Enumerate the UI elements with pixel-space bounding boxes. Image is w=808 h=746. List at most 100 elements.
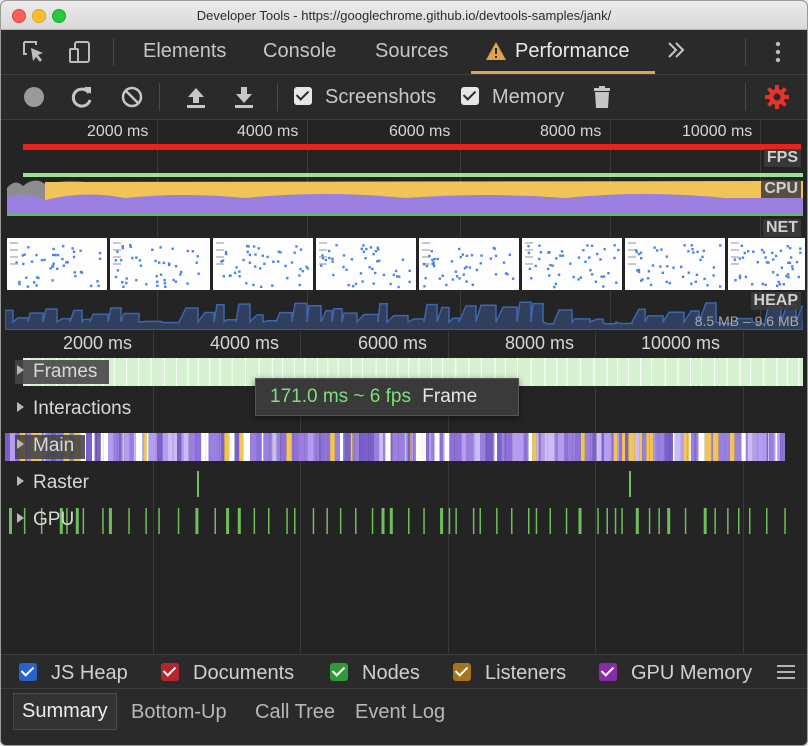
- toolbar-divider: [745, 38, 746, 66]
- screenshot-thumbnail[interactable]: [522, 238, 622, 290]
- expand-triangle-icon[interactable]: [17, 365, 24, 375]
- track-raster-label: Raster: [33, 472, 89, 493]
- screenshot-thumbnail[interactable]: [419, 238, 519, 290]
- tab-call-tree[interactable]: Call Tree: [255, 701, 335, 724]
- tab-event-log[interactable]: Event Log: [355, 701, 445, 724]
- screenshot-content: [319, 242, 411, 289]
- screenshot-content: [422, 242, 515, 288]
- memory-label: Memory: [492, 86, 565, 108]
- screenshot-thumbnail[interactable]: [728, 238, 805, 290]
- expand-triangle-icon[interactable]: [17, 476, 24, 486]
- warning-icon: [486, 42, 506, 60]
- tab-elements[interactable]: Elements: [143, 30, 226, 74]
- tab-sources[interactable]: Sources: [375, 30, 448, 74]
- heap-range-label: 8.5 MB – 9.6 MB: [694, 313, 799, 329]
- main-thread-track[interactable]: [5, 433, 785, 461]
- gpu-track[interactable]: [5, 506, 803, 536]
- tooltip-duration: 171.0 ms ~ 6 fps: [270, 386, 411, 407]
- gpu-memory-label: GPU Memory: [631, 662, 753, 684]
- more-options-icon[interactable]: [769, 39, 787, 65]
- tab-bottom-up[interactable]: Bottom-Up: [131, 701, 227, 724]
- track-raster[interactable]: Raster: [17, 472, 89, 494]
- reload-icon[interactable]: [69, 84, 95, 110]
- track-interactions-label: Interactions: [33, 398, 132, 419]
- tab-summary[interactable]: Summary: [13, 693, 117, 730]
- ruler-label: 10000 ms: [682, 123, 753, 140]
- frame-tooltip: 171.0 ms ~ 6 fps Frame: [255, 378, 519, 416]
- screenshot-thumbnail[interactable]: [213, 238, 313, 290]
- screenshot-content: [628, 242, 722, 288]
- ruler-label: 4000 ms: [210, 333, 280, 353]
- tooltip-type: Frame: [422, 386, 478, 407]
- fps-lane-label: FPS: [763, 149, 801, 167]
- heap-chart: [5, 301, 803, 330]
- screenshot-thumbnail[interactable]: [316, 238, 416, 290]
- toolbar-divider: [745, 83, 746, 111]
- track-interactions[interactable]: Interactions: [17, 398, 131, 420]
- settings-gear-icon[interactable]: [764, 84, 790, 110]
- device-toolbar-icon[interactable]: [67, 39, 93, 65]
- details-tab-bar: Summary Bottom-Up Call Tree Event Log: [1, 688, 807, 745]
- clear-icon[interactable]: [119, 84, 145, 110]
- performance-toolbar: Screenshots Memory: [1, 75, 807, 120]
- cpu-chart: [7, 173, 803, 216]
- screenshot-thumbnail[interactable]: [7, 238, 107, 290]
- ruler-label: 10000 ms: [641, 333, 721, 353]
- active-tab-indicator: [471, 71, 655, 74]
- ruler-label: 6000 ms: [389, 123, 451, 140]
- listeners-checkbox[interactable]: [453, 663, 471, 681]
- toolbar-divider: [277, 83, 278, 111]
- timeline-overview[interactable]: 2000 ms 4000 ms 6000 ms 8000 ms 10000 ms…: [5, 120, 805, 330]
- inspect-element-icon[interactable]: [21, 39, 47, 65]
- documents-checkbox[interactable]: [161, 663, 179, 681]
- memory-counters-bar: JS Heap Documents Nodes Listeners GPU Me…: [1, 654, 807, 688]
- memory-checkbox[interactable]: [461, 87, 479, 105]
- nodes-checkbox[interactable]: [330, 663, 348, 681]
- screenshot-thumbnail[interactable]: [625, 238, 725, 290]
- screenshot-thumbnail[interactable]: [110, 238, 210, 290]
- ruler-label: 8000 ms: [505, 333, 575, 353]
- track-frames-label: Frames: [33, 361, 98, 382]
- screenshots-filmstrip[interactable]: [7, 238, 805, 290]
- download-icon[interactable]: [231, 84, 257, 110]
- main-tab-bar: Elements Console Sources Performance: [1, 30, 807, 75]
- screenshot-content: [525, 242, 620, 289]
- record-icon[interactable]: [21, 84, 47, 110]
- expand-triangle-icon[interactable]: [17, 439, 24, 449]
- window-title: Developer Tools - https://googlechrome.g…: [196, 8, 612, 23]
- menu-icon[interactable]: [777, 665, 795, 679]
- toolbar-divider: [159, 83, 160, 111]
- cpu-lane-label: CPU: [761, 180, 801, 198]
- screenshot-content: [10, 242, 102, 288]
- ruler-label: 4000 ms: [237, 123, 299, 140]
- tab-performance[interactable]: Performance: [515, 30, 630, 74]
- ruler-label: 2000 ms: [87, 123, 149, 140]
- expand-triangle-icon[interactable]: [17, 402, 24, 412]
- flame-chart[interactable]: 2000 ms 4000 ms 6000 ms 8000 ms 10000 ms…: [5, 331, 803, 653]
- js-heap-label: JS Heap: [51, 662, 128, 684]
- gpu-memory-checkbox[interactable]: [599, 663, 617, 681]
- screenshots-label: Screenshots: [325, 86, 437, 108]
- tab-console[interactable]: Console: [263, 30, 336, 74]
- screenshot-content: [113, 242, 200, 288]
- ruler-label: 8000 ms: [540, 123, 602, 140]
- track-gpu[interactable]: GPU: [17, 509, 74, 531]
- documents-label: Documents: [193, 662, 295, 684]
- screenshot-content: [731, 242, 802, 287]
- ruler-label: 2000 ms: [63, 333, 133, 353]
- net-lane-label: NET: [763, 219, 801, 237]
- fps-bar: [23, 144, 801, 150]
- track-main-label: Main: [33, 435, 75, 456]
- track-main[interactable]: Main: [17, 435, 74, 457]
- upload-icon[interactable]: [183, 84, 209, 110]
- raster-track[interactable]: [5, 469, 803, 499]
- title-bar: Developer Tools - https://googlechrome.g…: [1, 1, 807, 30]
- trash-icon[interactable]: [589, 84, 615, 110]
- screenshots-checkbox[interactable]: [294, 87, 312, 105]
- js-heap-checkbox[interactable]: [19, 663, 37, 681]
- expand-triangle-icon[interactable]: [17, 513, 24, 523]
- devtools-window: Developer Tools - https://googlechrome.g…: [0, 0, 808, 746]
- chevron-double-right-icon[interactable]: [666, 38, 686, 62]
- track-frames[interactable]: Frames: [17, 361, 97, 383]
- track-gpu-label: GPU: [33, 509, 75, 530]
